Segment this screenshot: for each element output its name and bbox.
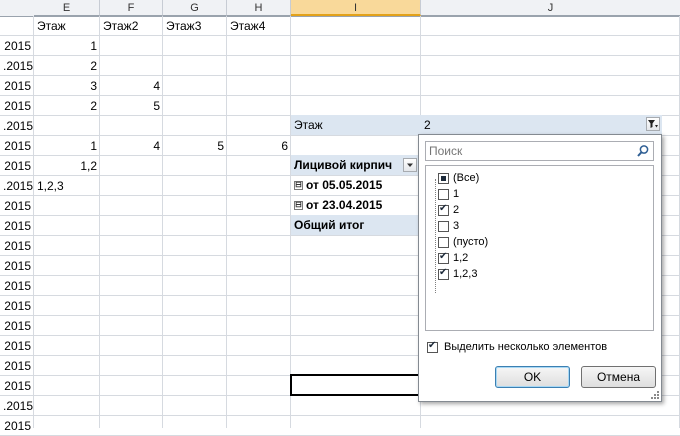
item-label: (Все) bbox=[453, 172, 480, 184]
pivot-filter-button[interactable] bbox=[646, 117, 660, 131]
gridline bbox=[0, 55, 680, 56]
data-cell[interactable]: 1 bbox=[34, 36, 100, 56]
item-checkbox[interactable] bbox=[438, 251, 449, 264]
filter-item-list[interactable]: (Все) 1 2 3 (пусто) 1,2 1,2,3 bbox=[425, 165, 654, 331]
item-label: 1 bbox=[453, 188, 460, 200]
date-cell[interactable]: 2015 bbox=[0, 236, 34, 256]
date-cell[interactable]: 2015 bbox=[0, 216, 34, 236]
column-header[interactable]: I bbox=[291, 0, 421, 16]
data-cell[interactable]: 5 bbox=[163, 136, 227, 156]
chevron-down-icon bbox=[407, 163, 413, 167]
gridline bbox=[226, 16, 227, 428]
pivot-row-header: Лицивой кирпич bbox=[294, 158, 393, 172]
item-label: 1,2 bbox=[453, 252, 469, 264]
filter-list-item[interactable]: (пусто) bbox=[430, 234, 488, 250]
filter-list-item[interactable]: 2 bbox=[430, 202, 459, 218]
date-cell[interactable]: 2015 bbox=[0, 96, 34, 116]
date-cell[interactable]: .2015 bbox=[0, 56, 34, 76]
header-cell[interactable]: Этаж4 bbox=[227, 16, 291, 36]
item-label: 3 bbox=[453, 220, 460, 232]
date-cell[interactable]: .2015 bbox=[0, 116, 34, 136]
search-input[interactable] bbox=[426, 142, 632, 160]
date-cell[interactable]: 2015 bbox=[0, 156, 34, 176]
header-cell[interactable]: Этаж bbox=[34, 16, 100, 36]
date-cell[interactable]: 2015 bbox=[0, 376, 34, 396]
date-cell[interactable]: 2015 bbox=[0, 256, 34, 276]
pivot-group-label: от 05.05.2015 bbox=[306, 178, 383, 192]
pivot-group-row[interactable]: ⊟ от 23.04.2015 bbox=[291, 195, 418, 215]
data-cell[interactable]: 1 bbox=[34, 136, 100, 156]
date-cell[interactable]: 2015 bbox=[0, 36, 34, 56]
ok-button[interactable]: OK bbox=[495, 366, 570, 388]
column-header[interactable]: J bbox=[421, 0, 680, 16]
filter-list-item[interactable]: (Все) bbox=[430, 170, 479, 186]
column-header[interactable]: F bbox=[100, 0, 163, 16]
pivot-group-row[interactable]: ⊟ от 05.05.2015 bbox=[291, 175, 418, 195]
item-checkbox[interactable] bbox=[438, 236, 449, 248]
item-checkbox[interactable] bbox=[438, 203, 449, 216]
date-cell[interactable]: 2015 bbox=[0, 76, 34, 96]
date-cell[interactable]: .2015 bbox=[0, 396, 34, 416]
item-checkbox[interactable] bbox=[438, 188, 449, 200]
multi-select-option[interactable]: Выделить несколько элементов bbox=[427, 339, 607, 355]
date-cell[interactable]: 2015 bbox=[0, 416, 34, 436]
item-checkbox[interactable] bbox=[438, 172, 449, 184]
item-label: 1,2,3 bbox=[453, 268, 478, 280]
date-cell[interactable]: 2015 bbox=[0, 136, 34, 156]
row-header-dropdown-button[interactable] bbox=[403, 158, 417, 172]
data-cell[interactable]: 4 bbox=[100, 136, 163, 156]
search-icon[interactable] bbox=[636, 144, 650, 158]
pivot-filter-label: Этаж bbox=[294, 118, 323, 132]
filter-list-item[interactable]: 1 bbox=[430, 186, 459, 202]
header-cell[interactable]: Этаж2 bbox=[100, 16, 163, 36]
data-cell[interactable]: 1,2 bbox=[34, 156, 100, 176]
active-cell-selection[interactable] bbox=[290, 374, 422, 396]
spreadsheet: EFGHIJ Этаж Этаж2 Этаж3 Этаж4 2015 1.2015 2 201… bbox=[0, 0, 680, 436]
multi-select-label: Выделить несколько элементов bbox=[444, 341, 608, 353]
search-box bbox=[425, 141, 654, 161]
multi-select-checkbox[interactable] bbox=[427, 340, 438, 353]
date-cell[interactable]: 2015 bbox=[0, 196, 34, 216]
pivot-grand-total: Общий итог bbox=[294, 218, 365, 232]
resize-grip-icon[interactable] bbox=[651, 391, 659, 399]
filter-dropdown-panel: (Все) 1 2 3 (пусто) 1,2 1,2,3 Выделить несколь… bbox=[418, 134, 662, 402]
item-label: (пусто) bbox=[453, 236, 489, 248]
item-checkbox[interactable] bbox=[438, 220, 449, 232]
column-header[interactable]: G bbox=[163, 0, 227, 16]
data-cell[interactable]: 2 bbox=[34, 96, 100, 116]
data-cell[interactable]: 4 bbox=[100, 76, 163, 96]
collapse-icon[interactable]: ⊟ bbox=[294, 181, 303, 191]
date-cell[interactable]: .2015 bbox=[0, 176, 34, 196]
filter-list-item[interactable]: 1,2,3 bbox=[430, 266, 477, 282]
date-cell[interactable]: 2015 bbox=[0, 316, 34, 336]
pivot-filter-value: 2 bbox=[424, 118, 431, 132]
pivot-group-label: от 23.04.2015 bbox=[306, 198, 383, 212]
item-checkbox[interactable] bbox=[438, 267, 449, 280]
column-header[interactable]: E bbox=[34, 0, 100, 16]
collapse-icon[interactable]: ⊟ bbox=[294, 201, 303, 211]
date-cell[interactable]: 2015 bbox=[0, 276, 34, 296]
data-cell[interactable]: 6 bbox=[227, 136, 291, 156]
header-cell[interactable]: Этаж3 bbox=[163, 16, 227, 36]
column-header[interactable]: H bbox=[227, 0, 291, 16]
filter-list-item[interactable]: 1,2 bbox=[430, 250, 468, 266]
data-cell[interactable]: 3 bbox=[34, 76, 100, 96]
data-cell[interactable]: 1,2,3 bbox=[34, 176, 100, 196]
data-cell[interactable]: 5 bbox=[100, 96, 163, 116]
date-cell[interactable]: 2015 bbox=[0, 336, 34, 356]
data-cell[interactable]: 2 bbox=[34, 56, 100, 76]
filter-icon bbox=[648, 120, 658, 128]
date-cell[interactable]: 2015 bbox=[0, 296, 34, 316]
cancel-button[interactable]: Отмена bbox=[581, 366, 656, 388]
filter-list-item[interactable]: 3 bbox=[430, 218, 459, 234]
gridline bbox=[0, 415, 680, 416]
item-label: 2 bbox=[453, 204, 460, 216]
date-cell[interactable]: 2015 bbox=[0, 356, 34, 376]
